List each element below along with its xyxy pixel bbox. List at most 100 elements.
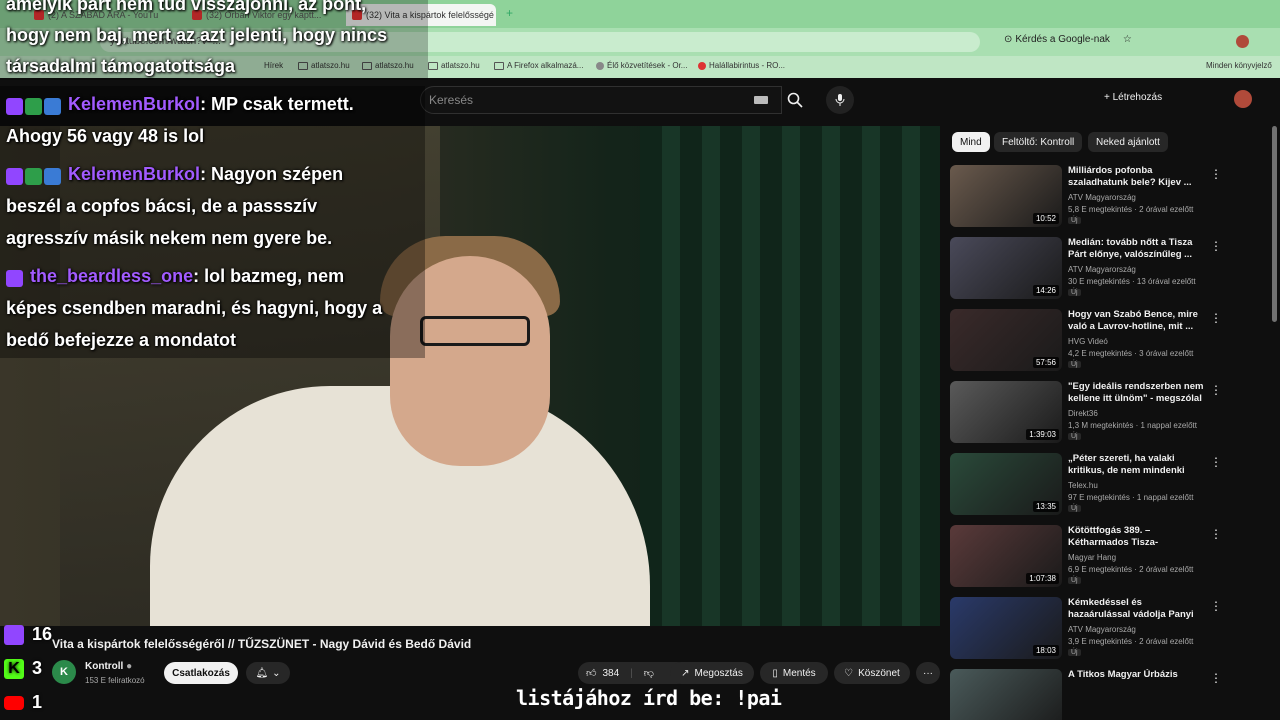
recommendation-title[interactable]: Hogy van Szabó Bence, mire való a Lavrov… bbox=[1068, 309, 1206, 333]
video-thumbnail[interactable]: 14:26 bbox=[950, 237, 1062, 299]
new-badge: Új bbox=[1068, 577, 1081, 584]
video-thumbnail[interactable]: 1:39:03 bbox=[950, 381, 1062, 443]
join-button[interactable]: Csatlakozás bbox=[164, 662, 238, 684]
profile-avatar[interactable] bbox=[1236, 35, 1249, 48]
bookmark-item[interactable]: Élő közvetítések - Or... bbox=[596, 61, 687, 70]
recommendation-channel[interactable]: ATV Magyarország bbox=[1068, 265, 1136, 274]
video-thumbnail[interactable] bbox=[950, 669, 1062, 720]
recommendation-channel[interactable]: Direkt36 bbox=[1068, 409, 1098, 418]
caption-line: hogy nem baj, mert az azt jelenti, hogy … bbox=[6, 25, 388, 45]
recommendation-meta: 97 E megtekintés · 1 nappal ezelőtt bbox=[1068, 493, 1194, 502]
video-thumbnail[interactable]: 57:56 bbox=[950, 309, 1062, 371]
recommendation-item[interactable]: 18:03 Kémkedéssel és hazaárulással vádolj… bbox=[950, 597, 1222, 663]
chat-username: KelemenBurkol bbox=[68, 164, 201, 184]
share-icon: ↗ bbox=[681, 667, 690, 679]
more-vertical-icon[interactable]: ⋮ bbox=[1210, 167, 1222, 181]
search-button[interactable] bbox=[780, 86, 810, 114]
bookmark-item[interactable]: atlatszo.hu bbox=[428, 61, 480, 70]
chip-recommended[interactable]: Neked ajánlott bbox=[1088, 132, 1168, 152]
recommendation-item[interactable]: 1:07:38 Kötöttfogás 389. – Kétharmados Ti… bbox=[950, 525, 1222, 591]
more-vertical-icon[interactable]: ⋮ bbox=[1210, 311, 1222, 325]
badge-icon bbox=[25, 167, 42, 185]
video-thumbnail[interactable]: 13:35 bbox=[950, 453, 1062, 515]
chat-text: : MP csak termett. bbox=[200, 94, 354, 114]
page-icon bbox=[698, 61, 706, 70]
recommendation-item[interactable]: 13:35 „Péter szereti, ha valaki kritikus,… bbox=[950, 453, 1222, 519]
other-bookmarks[interactable]: Minden könyvjelző bbox=[1206, 61, 1272, 70]
chevron-down-icon: ⌄ bbox=[272, 667, 281, 679]
recommendation-channel[interactable]: ATV Magyarország bbox=[1068, 193, 1136, 202]
kick-viewer-count: K 3 bbox=[4, 658, 42, 679]
video-duration: 13:35 bbox=[1032, 501, 1059, 512]
chat-badges bbox=[6, 267, 25, 288]
more-vertical-icon[interactable]: ⋮ bbox=[1210, 671, 1222, 685]
recommendation-title[interactable]: „Péter szereti, ha valaki kritikus, de n… bbox=[1068, 453, 1206, 477]
recommendation-channel[interactable]: ATV Magyarország bbox=[1068, 625, 1136, 634]
keyboard-icon[interactable] bbox=[754, 96, 768, 104]
video-duration: 14:26 bbox=[1032, 285, 1059, 296]
bookmark-item[interactable]: A Firefox alkalmazá... bbox=[494, 61, 583, 70]
more-vertical-icon[interactable]: ⋮ bbox=[1210, 527, 1222, 541]
new-tab-button[interactable]: + bbox=[506, 6, 513, 20]
recommendation-title[interactable]: Kötöttfogás 389. – Kétharmados Tisza-győ… bbox=[1068, 525, 1206, 549]
recommendation-title[interactable]: Medián: tovább nőtt a Tisza Párt előnye,… bbox=[1068, 237, 1206, 261]
folder-icon bbox=[428, 61, 438, 70]
chat-message: KelemenBurkol: MP csak termett. bbox=[6, 94, 354, 116]
ask-google-button[interactable]: ⊙ Kérdés a Google-nak ☆ bbox=[1004, 34, 1132, 45]
chat-text: beszél a copfos bácsi, de a passszív bbox=[6, 196, 318, 216]
recommendation-item[interactable]: 10:52 Milliárdos pofonba szaladhatunk bel… bbox=[950, 165, 1222, 231]
channel-name[interactable]: Kontroll ● bbox=[85, 661, 132, 672]
voice-search-button[interactable] bbox=[826, 86, 854, 114]
more-vertical-icon[interactable]: ⋮ bbox=[1210, 383, 1222, 397]
recommendation-item[interactable]: 57:56 Hogy van Szabó Bence, mire való a L… bbox=[950, 309, 1222, 375]
bookmark-icon: ▯ bbox=[772, 667, 778, 679]
recommendation-item[interactable]: A Titkos Magyar Úrbázis ⋮ bbox=[950, 669, 1222, 720]
new-badge: Új bbox=[1068, 217, 1081, 224]
twitch-icon bbox=[6, 167, 23, 185]
recommendation-title[interactable]: Milliárdos pofonba szaladhatunk bele? Ki… bbox=[1068, 165, 1206, 189]
create-button[interactable]: + Létrehozás bbox=[1104, 92, 1162, 103]
chip-uploader[interactable]: Feltöltő: Kontroll bbox=[994, 132, 1083, 152]
search-input[interactable]: Keresés bbox=[420, 86, 782, 114]
twitch-icon bbox=[6, 97, 23, 115]
thumbnail-image bbox=[950, 669, 1062, 720]
notification-bell-button[interactable]: 🔔︎ ⌄ bbox=[246, 662, 290, 684]
scrollbar[interactable] bbox=[1272, 126, 1277, 322]
recommendation-title[interactable]: A Titkos Magyar Úrbázis bbox=[1068, 669, 1206, 693]
chat-text: : Nagyon szépen bbox=[200, 164, 344, 184]
search-icon bbox=[787, 92, 803, 108]
video-thumbnail[interactable]: 18:03 bbox=[950, 597, 1062, 659]
save-button[interactable]: ▯ Mentés bbox=[760, 662, 828, 684]
recommendation-channel[interactable]: Telex.hu bbox=[1068, 481, 1098, 490]
chip-all[interactable]: Mind bbox=[952, 132, 990, 152]
verified-icon: ● bbox=[126, 661, 133, 672]
video-thumbnail[interactable]: 1:07:38 bbox=[950, 525, 1062, 587]
recommendation-title[interactable]: "Egy ideális rendszerben nem kellene itt… bbox=[1068, 381, 1206, 405]
thumbs-up-icon: 👍︎ bbox=[586, 668, 597, 679]
dislike-button[interactable]: 👎︎ bbox=[644, 667, 654, 679]
new-badge: Új bbox=[1068, 433, 1081, 440]
recommendation-item[interactable]: 1:39:03 "Egy ideális rendszerben nem kell… bbox=[950, 381, 1222, 447]
star-icon[interactable]: ☆ bbox=[1123, 34, 1132, 45]
folder-icon bbox=[494, 61, 504, 70]
more-actions-button[interactable]: ··· bbox=[916, 662, 940, 684]
chat-username: the_beardless_one bbox=[30, 266, 194, 286]
bookmark-item[interactable]: Halállabirintus - RO... bbox=[698, 61, 785, 70]
recommendation-item[interactable]: 14:26 Medián: tovább nőtt a Tisza Párt el… bbox=[950, 237, 1222, 303]
recommendation-channel[interactable]: HVG Videó bbox=[1068, 337, 1108, 346]
subscriber-count: 153 E feliratkozó bbox=[85, 676, 145, 685]
like-button[interactable]: 👍︎ 384 bbox=[586, 667, 619, 680]
video-thumbnail[interactable]: 10:52 bbox=[950, 165, 1062, 227]
recommendation-meta: 6,9 E megtekintés · 2 órával ezelőtt bbox=[1068, 565, 1194, 574]
recommendation-title[interactable]: Kémkedéssel és hazaárulással vádolja Pan… bbox=[1068, 597, 1206, 621]
recommendation-meta: 4,2 E megtekintés · 3 órával ezelőtt bbox=[1068, 349, 1194, 358]
recommendation-channel[interactable]: Magyar Hang bbox=[1068, 553, 1116, 562]
channel-avatar[interactable]: K bbox=[52, 660, 76, 684]
thanks-button[interactable]: ♡ Köszönet bbox=[834, 662, 910, 684]
more-vertical-icon[interactable]: ⋮ bbox=[1210, 239, 1222, 253]
recommendation-meta: 5,8 E megtekintés · 2 órával ezelőtt bbox=[1068, 205, 1194, 214]
share-button[interactable]: ↗ Megosztás bbox=[670, 662, 754, 684]
more-vertical-icon[interactable]: ⋮ bbox=[1210, 599, 1222, 613]
user-avatar[interactable] bbox=[1234, 90, 1252, 108]
more-vertical-icon[interactable]: ⋮ bbox=[1210, 455, 1222, 469]
